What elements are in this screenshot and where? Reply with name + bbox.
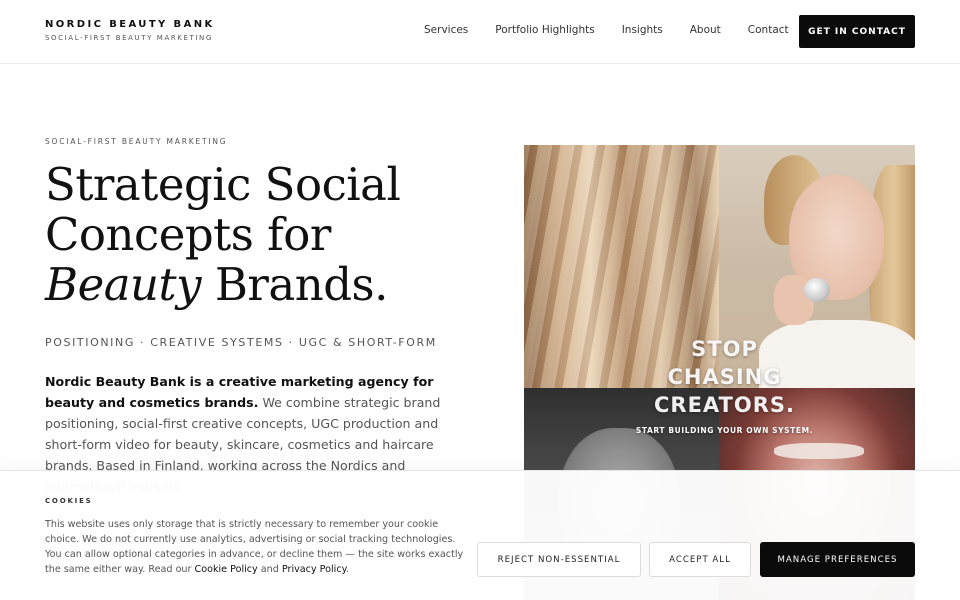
nav-portfolio-highlights[interactable]: Portfolio Highlights bbox=[495, 24, 594, 36]
reject-non-essential-button[interactable]: REJECT NON-ESSENTIAL bbox=[477, 542, 641, 577]
hero-pillars: POSITIONING · CREATIVE SYSTEMS · UGC & S… bbox=[45, 336, 437, 349]
image-overlay-subline: START BUILDING YOUR OWN SYSTEM. bbox=[635, 426, 814, 435]
brand-name[interactable]: NORDIC BEAUTY BANK bbox=[45, 19, 215, 30]
cookie-policy-link[interactable]: Cookie Policy bbox=[195, 564, 258, 575]
headline-italic: Beauty bbox=[45, 258, 202, 311]
cookie-title: COOKIES bbox=[45, 497, 93, 505]
cookie-end: . bbox=[345, 564, 349, 575]
nav-contact[interactable]: Contact bbox=[748, 24, 789, 36]
lips-teeth bbox=[774, 443, 864, 459]
hero-eyebrow: SOCIAL-FIRST BEAUTY MARKETING bbox=[45, 137, 228, 146]
hero-headline: Strategic Social Concepts for Beauty Bra… bbox=[45, 158, 401, 310]
headline-line-3: Beauty Brands. bbox=[45, 260, 400, 310]
get-in-contact-button[interactable]: GET IN CONTACT bbox=[799, 15, 915, 48]
overlay-line-1: STOP bbox=[691, 337, 758, 361]
nav-about[interactable]: About bbox=[690, 24, 721, 36]
manage-preferences-button[interactable]: MANAGE PREFERENCES bbox=[760, 542, 915, 577]
cosmetic-jar bbox=[804, 278, 830, 302]
main-nav: Services Portfolio Highlights Insights A… bbox=[424, 24, 816, 36]
headline-line-2: Concepts for bbox=[45, 208, 331, 261]
cookie-and: and bbox=[257, 564, 282, 575]
cookie-text: This website uses only storage that is s… bbox=[45, 517, 465, 577]
brand-tagline: SOCIAL-FIRST BEAUTY MARKETING bbox=[45, 34, 213, 42]
headline-line-1: Strategic Social bbox=[45, 158, 401, 211]
nav-insights[interactable]: Insights bbox=[622, 24, 663, 36]
accept-all-button[interactable]: ACCEPT ALL bbox=[649, 542, 751, 577]
overlay-line-2: CHASING bbox=[667, 365, 782, 389]
overlay-line-3: CREATORS. bbox=[654, 393, 795, 417]
privacy-policy-link[interactable]: Privacy Policy bbox=[282, 564, 346, 575]
site-header: NORDIC BEAUTY BANK SOCIAL-FIRST BEAUTY M… bbox=[0, 0, 960, 64]
cookie-banner: COOKIES This website uses only storage t… bbox=[0, 470, 960, 600]
brand-logo[interactable]: NORDIC BEAUTY BANK SOCIAL-FIRST BEAUTY M… bbox=[45, 19, 215, 42]
nav-services[interactable]: Services bbox=[424, 24, 468, 36]
headline-end: Brands. bbox=[201, 258, 389, 311]
image-overlay-headline: STOP CHASING CREATORS. bbox=[524, 335, 915, 419]
